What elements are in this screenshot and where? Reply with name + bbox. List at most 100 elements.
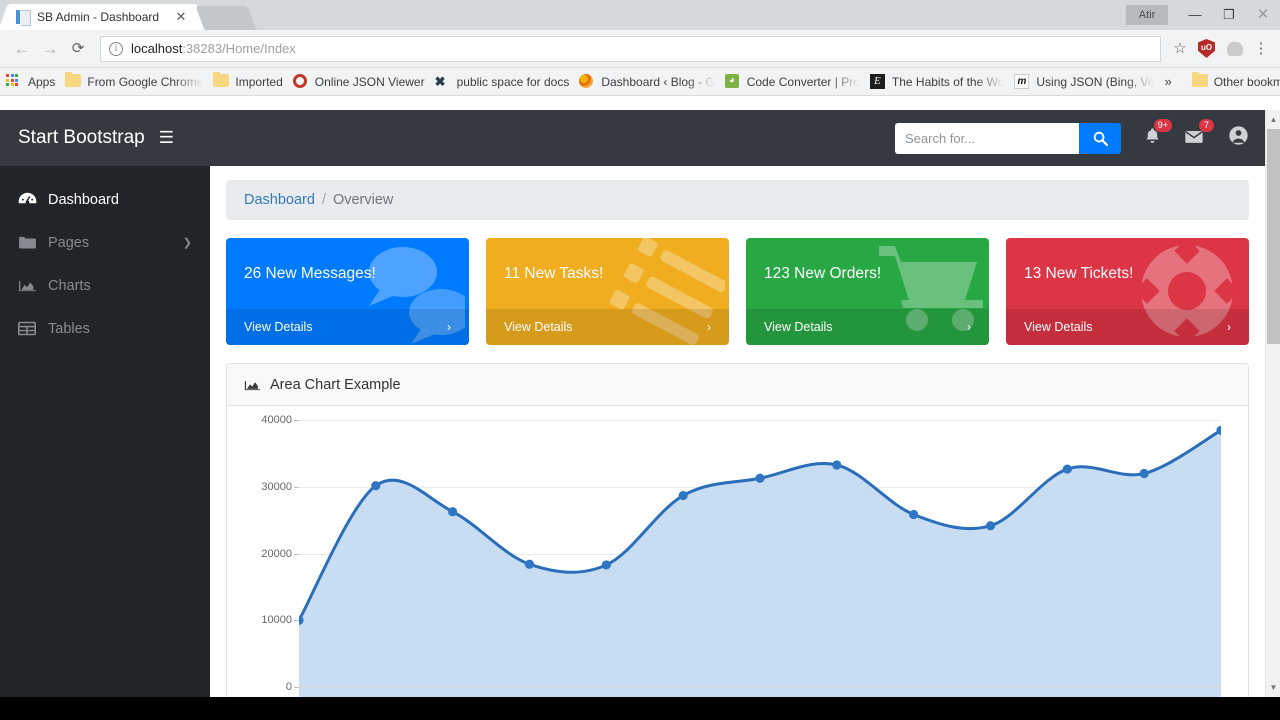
search-form bbox=[895, 122, 1121, 154]
stat-cards: 26 New Messages! View Details › 11 New T… bbox=[226, 238, 1249, 345]
site-info-icon[interactable]: i bbox=[109, 41, 123, 56]
rss-icon: ◕ bbox=[724, 74, 741, 89]
chart-data-point[interactable] bbox=[755, 473, 765, 483]
chart-data-point[interactable] bbox=[985, 521, 996, 531]
ublock-shield-icon[interactable]: uO bbox=[1198, 39, 1215, 58]
chart-data-point[interactable] bbox=[601, 560, 611, 570]
area-chart-card: Area Chart Example 0 10000 20000 30000 40000 bbox=[226, 363, 1249, 697]
stat-card-orders[interactable]: 123 New Orders! View Details › bbox=[746, 238, 989, 345]
browser-titlebar: SB Admin - Dashboard ✕ Atir — ❐ ✕ bbox=[0, 0, 1280, 30]
tachometer-icon bbox=[18, 191, 39, 208]
card-footer[interactable]: View Details › bbox=[746, 309, 989, 345]
search-input[interactable] bbox=[895, 122, 1079, 154]
card-footer[interactable]: View Details › bbox=[1006, 309, 1249, 345]
sidebar-item-charts[interactable]: Charts bbox=[0, 264, 210, 307]
other-bookmarks-button[interactable]: Other bookmarks bbox=[1191, 74, 1280, 89]
card-footer[interactable]: View Details › bbox=[486, 309, 729, 345]
sidebar-item-pages[interactable]: Pages ❯ bbox=[0, 221, 210, 264]
bookmark-star-icon[interactable]: ☆ bbox=[1167, 36, 1193, 62]
extension-icon[interactable] bbox=[1227, 41, 1243, 56]
chart-data-point[interactable] bbox=[1062, 464, 1072, 474]
url-host: localhost bbox=[131, 41, 183, 56]
card-title: 11 New Tasks! bbox=[504, 264, 604, 282]
new-tab-button[interactable] bbox=[195, 6, 257, 30]
messages-button[interactable]: 7 bbox=[1184, 118, 1214, 151]
chart-y-tick-label: 0 bbox=[285, 681, 292, 693]
stat-card-tasks[interactable]: 11 New Tasks! View Details › bbox=[486, 238, 729, 345]
back-icon[interactable]: ← bbox=[8, 35, 36, 63]
breadcrumb-separator: / bbox=[321, 192, 326, 208]
tab-favicon bbox=[16, 10, 31, 26]
card-footer[interactable]: View Details › bbox=[226, 309, 469, 345]
user-menu-button[interactable] bbox=[1228, 125, 1249, 151]
folder-icon bbox=[65, 74, 82, 89]
bookmark-from-google-chrome[interactable]: From Google Chrome bbox=[65, 74, 203, 89]
chart-y-tick-label: 40000 bbox=[261, 414, 292, 426]
bookmark-online-json-viewer[interactable]: Online JSON Viewer bbox=[292, 74, 425, 89]
sidebar-item-dashboard[interactable]: Dashboard bbox=[0, 178, 210, 221]
chevron-right-icon: › bbox=[967, 320, 971, 334]
hamburger-icon[interactable]: ☰ bbox=[159, 128, 174, 148]
area-chart-header: Area Chart Example bbox=[227, 364, 1248, 406]
window-close-button[interactable]: ✕ bbox=[1246, 0, 1280, 30]
search-button[interactable] bbox=[1079, 122, 1121, 154]
bookmark-public-space-for-docs[interactable]: ✖ public space for docs bbox=[435, 74, 570, 89]
area-chart-body: 0 10000 20000 30000 40000 bbox=[227, 406, 1248, 697]
window-controls: Atir — ❐ ✕ bbox=[1126, 0, 1280, 30]
letterbox-bar bbox=[0, 697, 1280, 720]
chart-data-point[interactable] bbox=[1139, 468, 1149, 479]
scroll-down-icon[interactable]: ▼ bbox=[1266, 679, 1280, 696]
chrome-menu-icon[interactable]: ⋮ bbox=[1250, 41, 1272, 56]
sidebar-item-tables[interactable]: Tables bbox=[0, 307, 210, 350]
area-chart-plot[interactable]: 0 10000 20000 30000 40000 bbox=[243, 414, 1221, 697]
chart-y-tick-label: 10000 bbox=[261, 614, 292, 627]
sidebar-item-label: Pages bbox=[48, 234, 90, 251]
close-icon[interactable]: ✕ bbox=[173, 9, 189, 25]
chart-data-point[interactable] bbox=[448, 507, 458, 517]
address-bar[interactable]: i localhost:38283/Home/Index bbox=[100, 35, 1161, 62]
bookmark-using-json[interactable]: m Using JSON (Bing, Ve bbox=[1014, 74, 1154, 89]
alerts-button[interactable]: 9+ bbox=[1143, 118, 1172, 151]
chart-data-point[interactable] bbox=[678, 490, 688, 501]
chart-data-point[interactable] bbox=[524, 559, 535, 569]
bookmark-dashboard-blog[interactable]: Dashboard ‹ Blog - G bbox=[579, 74, 715, 89]
maximize-button[interactable]: ❐ bbox=[1212, 0, 1246, 30]
apps-grid-icon bbox=[6, 74, 22, 89]
window-extra-button[interactable]: Atir bbox=[1126, 5, 1168, 25]
browser-tab[interactable]: SB Admin - Dashboard ✕ bbox=[10, 4, 195, 30]
scrollbar-thumb[interactable] bbox=[1267, 129, 1280, 344]
card-title: 13 New Tickets! bbox=[1024, 264, 1134, 282]
minimize-button[interactable]: — bbox=[1178, 0, 1212, 30]
bookmark-code-converter[interactable]: ◕ Code Converter | Pro bbox=[724, 74, 860, 89]
reload-icon[interactable]: ⟳ bbox=[64, 35, 92, 63]
stat-card-tickets[interactable]: 13 New Tickets! View Details › bbox=[1006, 238, 1249, 345]
breadcrumb-root-link[interactable]: Dashboard bbox=[244, 192, 315, 208]
tab-strip: SB Admin - Dashboard ✕ bbox=[0, 0, 1130, 30]
navbar-right: 9+ 7 bbox=[895, 118, 1251, 154]
bookmark-label: Using JSON (Bing, Ve bbox=[1036, 74, 1155, 89]
bookmark-label: Dashboard ‹ Blog - G bbox=[601, 74, 715, 89]
chart-data-point[interactable] bbox=[371, 481, 381, 491]
bookmark-label: Code Converter | Pro bbox=[746, 74, 860, 89]
brand[interactable]: Start Bootstrap ☰ bbox=[18, 127, 174, 149]
swirl-icon bbox=[579, 74, 595, 89]
forward-icon[interactable]: → bbox=[36, 35, 64, 63]
main-content: Dashboard / Overview 26 New Messages! Vi… bbox=[210, 166, 1265, 697]
bookmark-label: The Habits of the Wo bbox=[891, 74, 1005, 89]
sidebar-item-label: Charts bbox=[48, 277, 91, 294]
bookmarks-overflow-icon[interactable]: » bbox=[1164, 74, 1171, 89]
tab-title: SB Admin - Dashboard bbox=[37, 10, 160, 24]
chart-data-point[interactable] bbox=[832, 460, 842, 470]
bookmark-habits-of-the-world[interactable]: E The Habits of the Wo bbox=[869, 74, 1005, 89]
x-icon: ✖ bbox=[434, 74, 446, 89]
bookmark-imported[interactable]: Imported bbox=[213, 74, 283, 89]
bookmark-apps[interactable]: Apps bbox=[6, 74, 55, 89]
bookmarks-bar: Apps From Google Chrome Imported Online … bbox=[0, 68, 1280, 96]
card-action-label: View Details bbox=[504, 320, 573, 334]
scroll-up-icon[interactable]: ▲ bbox=[1266, 111, 1280, 128]
brand-label: Start Bootstrap bbox=[18, 127, 145, 148]
chevron-right-icon: › bbox=[707, 320, 711, 334]
stat-card-messages[interactable]: 26 New Messages! View Details › bbox=[226, 238, 469, 345]
chart-data-point[interactable] bbox=[909, 509, 919, 520]
page-scrollbar[interactable]: ▲ ▼ bbox=[1265, 110, 1280, 697]
